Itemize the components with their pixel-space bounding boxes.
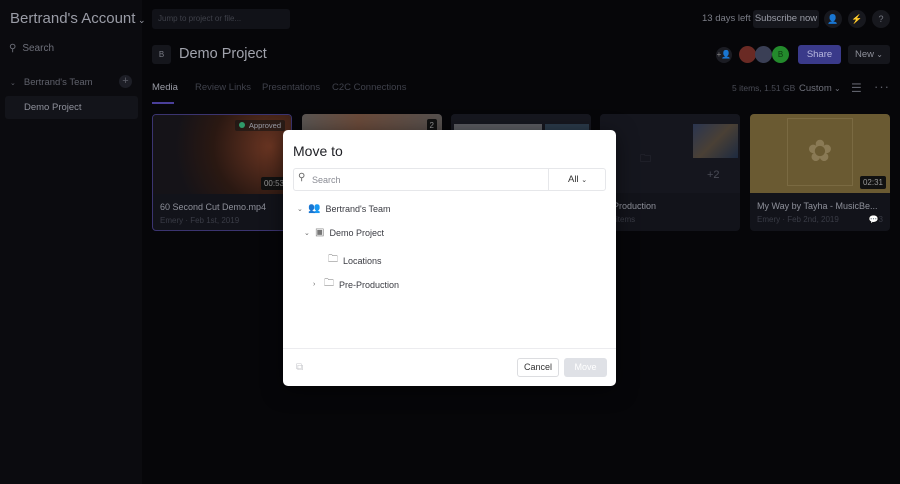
chevron-down-icon: ⌄ [874,50,883,59]
divider [283,348,616,349]
list-view-icon[interactable]: ☰ [851,81,862,95]
move-to-dialog: Move to ⚲ Search All ⌄ ⌄ 👥 Bertrand's Team… [283,130,616,386]
sidebar [0,0,142,484]
item-count: 5 items, 1.51 GB [732,83,796,93]
tree-item-folder[interactable]: › 🗀 Pre-Production [313,276,399,293]
share-button[interactable]: Share [798,45,841,64]
jump-search-input[interactable]: Jump to project or file... [152,9,290,29]
asset-card[interactable]: Approved 00:53 60 Second Cut Demo.mp4 Em… [152,114,292,231]
tree-item-project[interactable]: ⌄ ▣ Demo Project [304,227,384,238]
comment-count: 💬3 [868,215,883,224]
more-count: +2 [707,169,720,181]
more-icon[interactable]: ··· [874,79,890,94]
card-meta: Emery · Feb 1st, 2019 [160,216,240,225]
status-badge[interactable]: Approved [234,120,285,131]
help-icon[interactable]: ? [872,10,890,28]
folder-icon: 🗀 [640,153,651,165]
divider [548,169,549,190]
cancel-button[interactable]: Cancel [517,358,559,377]
duration: 02:31 [859,176,886,189]
new-button[interactable]: New ⌄ [848,45,890,64]
project-badge: B [152,45,171,64]
team-label: Bertrand's Team [23,77,93,88]
search-label: Search [22,43,55,54]
chevron-down-icon: ⌄ [581,177,588,184]
folder-icon: 🗀 [324,278,334,289]
search-input[interactable]: Search [312,175,341,185]
add-user-icon[interactable]: +👤 [716,47,732,63]
card-title: 60 Second Cut Demo.mp4 [160,202,267,212]
card-meta: items [616,215,636,224]
search-icon: ⚲ [9,43,17,54]
tree-item-folder[interactable]: 🗀 Locations [317,252,382,269]
user-icon[interactable]: 👤 [824,10,842,28]
search-icon: ⚲ [298,172,306,183]
asset-card[interactable]: ✿ 02:31 My Way by Tayha - MusicBe... Eme… [750,114,890,231]
avatar[interactable] [739,46,756,63]
lightning-icon[interactable]: ⚡ [848,10,866,28]
sidebar-team[interactable]: ⌄ Bertrand's Team + [10,75,134,88]
sidebar-item-demo-project[interactable]: Demo Project [5,96,138,119]
tab-presentations[interactable]: Presentations [262,82,320,93]
dialog-title: Move to [293,143,343,159]
rose-artwork: ✿ [787,118,853,186]
card-meta: Emery · Feb 2nd, 2019 [757,215,839,224]
thumbnail: 🗀 +2 [600,114,740,193]
filter-dropdown[interactable]: All ⌄ [568,174,587,185]
tab-c2c-connections[interactable]: C2C Connections [332,82,406,93]
avatar[interactable] [755,46,772,63]
sidebar-search[interactable]: ⚲ Search [9,43,54,54]
trial-days-left: 13 days left [702,13,751,24]
sort-label: Custom [799,83,832,94]
account-name: Bertrand's Account [10,10,136,27]
subscribe-button[interactable]: Subscribe now [753,10,819,28]
team-icon: 👥 [308,203,321,214]
move-button[interactable]: Move [564,358,607,377]
avatar[interactable]: B [772,46,789,63]
new-folder-icon[interactable]: ⧉ [296,362,303,373]
new-label: New [855,49,875,60]
tab-review-links[interactable]: Review Links [195,82,251,93]
sort-dropdown[interactable]: Custom ⌄ [799,83,841,94]
page-title: Demo Project [179,46,267,62]
chevron-down-icon: ⌄ [831,84,841,93]
add-project-icon[interactable]: + [119,75,132,88]
chevron-down-icon[interactable]: ⌄ [304,229,310,237]
project-icon: ▣ [315,227,325,238]
chevron-down-icon[interactable]: ⌄ [297,205,303,213]
active-tab-indicator [152,102,174,104]
tree-item-team[interactable]: ⌄ 👥 Bertrand's Team [297,203,391,214]
card-title: My Way by Tayha - MusicBe... [757,201,878,211]
tab-media[interactable]: Media [152,82,178,93]
chevron-down-icon: ⌄ [135,15,146,25]
account-switcher[interactable]: Bertrand's Account ⌄ [10,10,145,27]
folder-card[interactable]: 🗀 +2 Pre-Production items [600,114,740,231]
chevron-right-icon[interactable]: › [313,281,319,288]
folder-icon: 🗀 [328,254,338,265]
dialog-search[interactable]: ⚲ Search All ⌄ [293,168,606,191]
chevron-down-icon: ⌄ [10,79,16,87]
